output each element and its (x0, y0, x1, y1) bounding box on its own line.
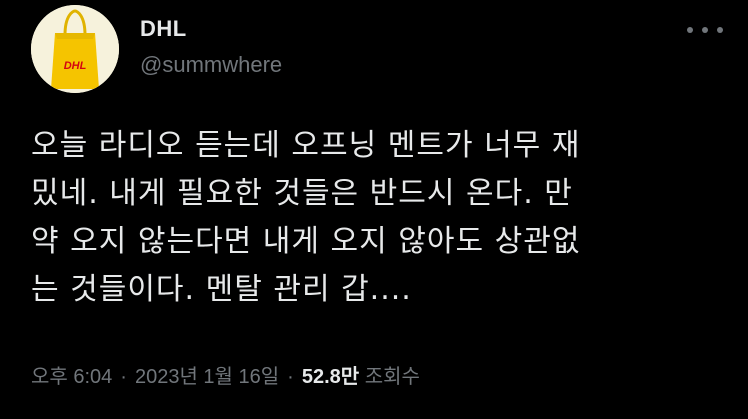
tweet-text-line: 는 것들이다. 멘탈 관리 갑.... (31, 272, 412, 307)
views-count[interactable]: 52.8만 (302, 366, 359, 388)
more-horizontal-icon (687, 27, 693, 33)
avatar[interactable]: DHL (31, 5, 119, 93)
tweet-text-line: 오늘 라디오 듣는데 오프닝 멘트가 너무 재 (31, 128, 581, 163)
more-horizontal-icon (717, 27, 723, 33)
author-display-name[interactable]: DHL (140, 16, 187, 42)
separator: · (287, 366, 294, 388)
tweet-time[interactable]: 오후 6:04 (31, 366, 112, 388)
tweet-text-line: 밌네. 내게 필요한 것들은 반드시 온다. 만 (31, 176, 573, 211)
more-options-button[interactable] (687, 20, 723, 40)
tweet-text-line: 약 오지 않는다면 내게 오지 않아도 상관없 (31, 224, 581, 259)
avatar-brand-text: DHL (64, 60, 87, 72)
tweet-date[interactable]: 2023년 1월 16일 (135, 366, 279, 388)
author-handle[interactable]: @summwhere (140, 52, 282, 78)
tweet-metadata: 오후 6:04 · 2023년 1월 16일 · 52.8만 조회수 (31, 360, 420, 389)
tweet-text: 오늘 라디오 듣는데 오프닝 멘트가 너무 재 밌네. 내게 필요한 것들은 반… (31, 122, 721, 314)
yellow-tote-bag-icon: DHL (31, 5, 119, 93)
views-label: 조회수 (364, 366, 420, 388)
separator: · (120, 366, 127, 388)
tweet: DHL DHL @summwhere 오늘 라디오 듣는데 오프닝 멘트가 너무… (0, 0, 748, 419)
more-horizontal-icon (702, 27, 708, 33)
